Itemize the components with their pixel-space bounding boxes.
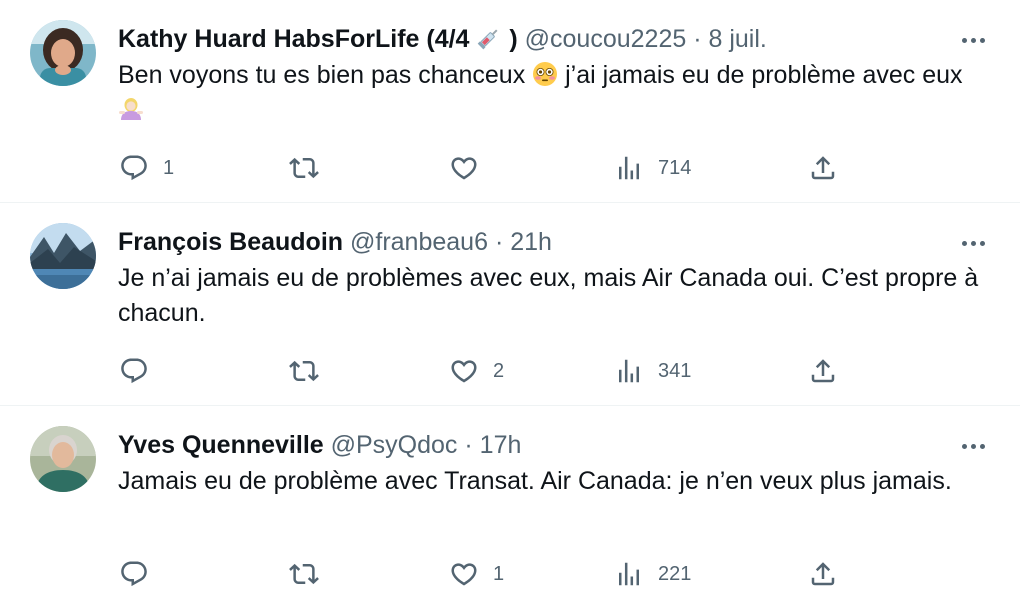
like-count: 2 <box>493 359 505 382</box>
tweet-actions: 2 341 <box>0 351 1020 391</box>
like-button[interactable]: 2 <box>449 351 504 391</box>
views-button[interactable]: 221 <box>614 554 691 594</box>
tweet-actions: 1 714 <box>0 148 1020 188</box>
tweet-header: François Beaudoin @franbeau6 · 21h <box>118 225 960 259</box>
tweet-header: Kathy Huard HabsForLife (4/4 ) @coucou22… <box>118 22 960 56</box>
retweet-icon <box>289 153 319 183</box>
tweet[interactable]: Yves Quenneville @PsyQdoc · 17h Jamais e… <box>0 406 1020 612</box>
avatar-image <box>30 426 96 492</box>
author-name-suffix: ) <box>509 25 518 53</box>
share-button[interactable] <box>808 554 838 594</box>
share-icon <box>808 356 838 386</box>
retweet-icon <box>289 559 319 589</box>
reply-count: 1 <box>163 156 175 179</box>
author-name[interactable]: Yves Quenneville <box>118 431 324 459</box>
separator: · <box>464 431 473 459</box>
view-count: 221 <box>658 562 692 585</box>
author-handle[interactable]: @franbeau6 <box>350 228 488 256</box>
retweet-icon <box>289 356 319 386</box>
reply-icon <box>119 153 149 183</box>
tweet-text: Jamais eu de problème avec Transat. Air … <box>118 467 952 495</box>
more-icon[interactable] <box>956 231 990 255</box>
like-icon <box>449 356 479 386</box>
retweet-button[interactable] <box>289 148 333 188</box>
view-count: 341 <box>658 359 692 382</box>
share-icon <box>808 153 838 183</box>
like-count: 1 <box>493 562 505 585</box>
timestamp[interactable]: 17h <box>480 431 522 459</box>
syringe-emoji <box>476 25 502 51</box>
views-button[interactable]: 714 <box>614 148 691 188</box>
author-name[interactable]: François Beaudoin <box>118 228 343 256</box>
author-handle[interactable]: @coucou2225 <box>525 25 687 53</box>
timestamp[interactable]: 8 juil. <box>708 25 766 53</box>
share-icon <box>808 559 838 589</box>
views-icon <box>614 153 644 183</box>
author-name[interactable]: Kathy Huard HabsForLife (4/4 <box>118 25 469 53</box>
tweet-header: Yves Quenneville @PsyQdoc · 17h <box>118 428 960 462</box>
avatar-image <box>30 223 96 289</box>
reply-button[interactable] <box>119 351 163 391</box>
share-button[interactable] <box>808 148 838 188</box>
separator: · <box>494 228 504 256</box>
reply-icon <box>119 559 149 589</box>
views-icon <box>614 356 644 386</box>
more-icon[interactable] <box>956 28 990 52</box>
tweet-actions: 1 221 <box>0 554 1020 594</box>
tweet-text: Ben voyons tu es bien pas chanceux j’ai … <box>118 58 988 128</box>
tweet[interactable]: François Beaudoin @franbeau6 · 21h Je n’… <box>0 203 1020 406</box>
views-button[interactable]: 341 <box>614 351 691 391</box>
like-icon <box>449 559 479 589</box>
avatar[interactable] <box>30 426 96 492</box>
avatar[interactable] <box>30 223 96 289</box>
like-button[interactable]: 1 <box>449 554 504 594</box>
timestamp[interactable]: 21h <box>510 228 552 256</box>
like-icon <box>449 153 479 183</box>
avatar-image <box>30 20 96 86</box>
more-icon[interactable] <box>956 434 990 458</box>
author-handle[interactable]: @PsyQdoc <box>331 431 458 459</box>
avatar[interactable] <box>30 20 96 86</box>
retweet-button[interactable] <box>289 554 333 594</box>
reply-button[interactable] <box>119 554 163 594</box>
tweet-text-part: Ben voyons tu es bien pas chanceux <box>118 61 526 89</box>
share-button[interactable] <box>808 351 838 391</box>
flushed-face-emoji <box>532 61 558 87</box>
retweet-button[interactable] <box>289 351 333 391</box>
tweet[interactable]: Kathy Huard HabsForLife (4/4 ) @coucou22… <box>0 0 1020 203</box>
view-count: 714 <box>658 156 692 179</box>
tweet-text-part: j’ai jamais eu de problème avec eux <box>565 61 963 89</box>
reply-feed: Kathy Huard HabsForLife (4/4 ) @coucou22… <box>0 0 1020 612</box>
views-icon <box>614 559 644 589</box>
reply-button[interactable]: 1 <box>119 148 174 188</box>
shrug-emoji <box>118 96 144 122</box>
reply-icon <box>119 356 149 386</box>
separator: · <box>693 25 702 53</box>
like-button[interactable] <box>449 148 493 188</box>
tweet-text: Je n’ai jamais eu de problèmes avec eux,… <box>118 264 979 327</box>
